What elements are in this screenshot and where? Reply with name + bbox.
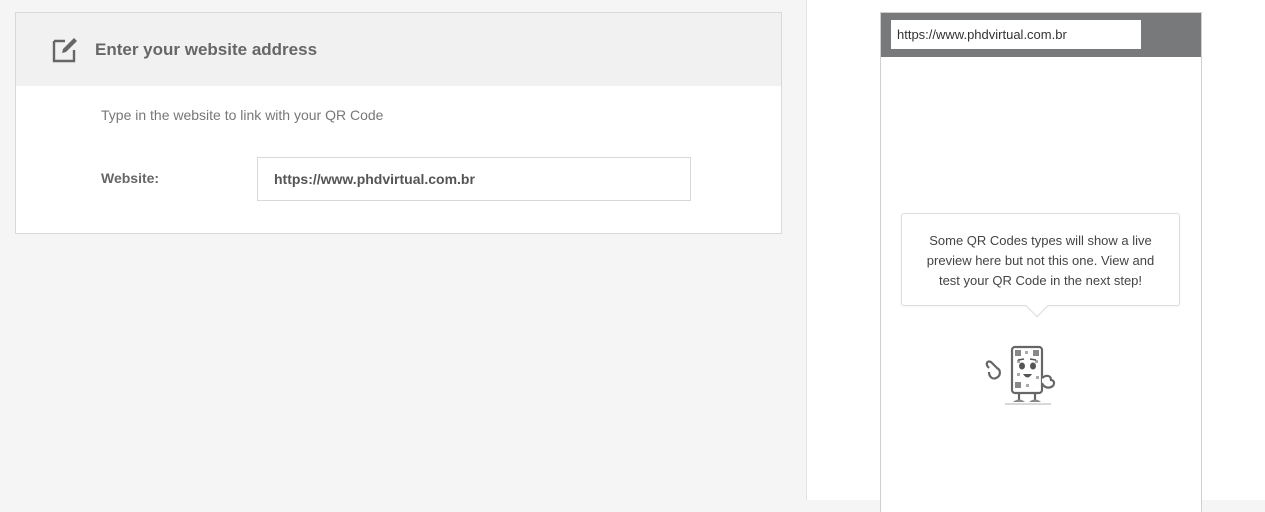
card-body: Type in the website to link with your QR… [16, 86, 781, 234]
website-card: Enter your website address Type in the w… [15, 12, 782, 234]
preview-url-field[interactable] [891, 20, 1141, 49]
editor-area: Enter your website address Type in the w… [0, 0, 806, 500]
qr-mascot-icon [981, 340, 1081, 425]
card-header: Enter your website address [16, 13, 781, 86]
preview-area: Some QR Codes types will show a live pre… [806, 0, 1265, 512]
edit-icon [51, 35, 79, 63]
phone-preview: Some QR Codes types will show a live pre… [880, 12, 1202, 512]
card-title: Enter your website address [95, 40, 318, 59]
preview-message: Some QR Codes types will show a live pre… [901, 213, 1180, 306]
phone-address-bar [881, 13, 1201, 57]
website-label: Website: [101, 170, 160, 186]
hint-text: Type in the website to link with your QR… [101, 107, 384, 123]
website-input[interactable] [257, 157, 691, 201]
